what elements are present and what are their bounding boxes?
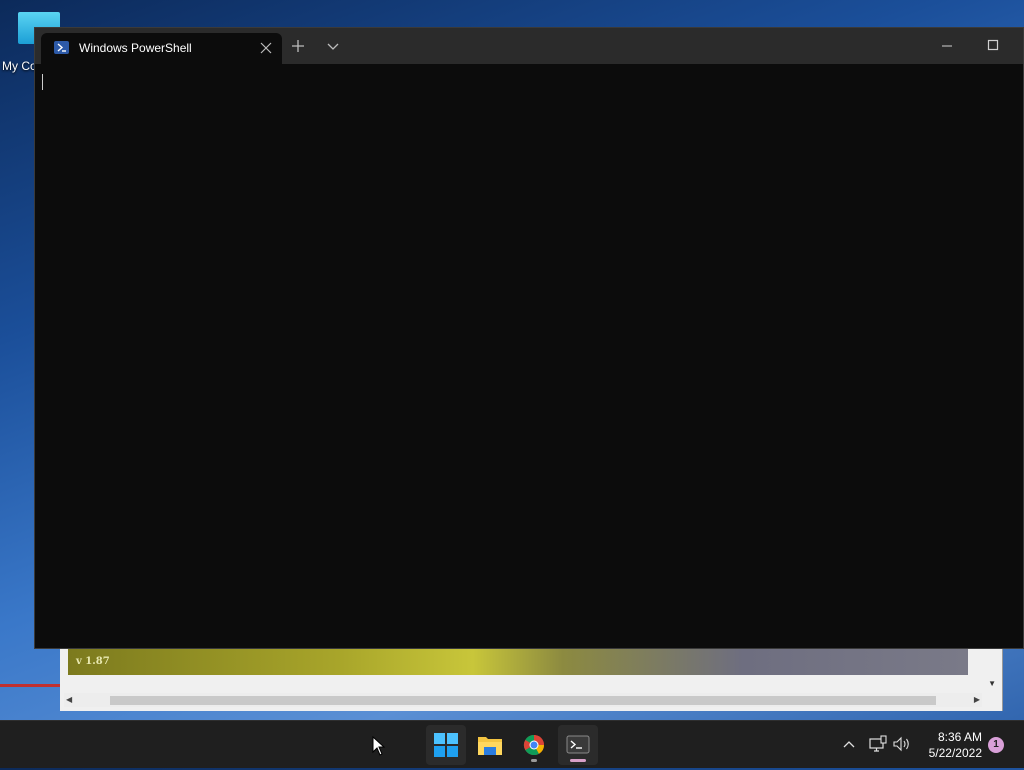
taskbar: 8:36 AM 5/22/2022 1 [0, 720, 1024, 768]
notification-badge[interactable]: 1 [988, 737, 1004, 753]
tab-dropdown-button[interactable] [324, 37, 342, 55]
network-button[interactable] [868, 735, 888, 753]
clock-date: 5/22/2022 [928, 746, 982, 760]
tab-title: Windows PowerShell [79, 41, 192, 55]
scroll-left-arrow-icon[interactable]: ◀ [66, 695, 72, 704]
terminal-content-area[interactable] [35, 64, 1023, 648]
scroll-right-arrow-icon[interactable]: ▶ [974, 695, 980, 704]
mouse-pointer-icon [372, 736, 386, 756]
show-hidden-icons-button[interactable] [840, 736, 858, 752]
volume-icon [893, 736, 909, 752]
plus-icon [292, 40, 304, 52]
new-tab-button[interactable] [289, 37, 307, 55]
windows-start-icon [434, 733, 458, 757]
terminal-titlebar[interactable]: Windows PowerShell [35, 28, 1023, 64]
clock-time: 8:36 AM [937, 730, 982, 744]
clock[interactable]: 8:36 AM 5/22/2022 [918, 729, 982, 761]
text-cursor [42, 74, 43, 90]
minimize-button[interactable] [935, 38, 959, 54]
maximize-icon [987, 39, 999, 51]
active-indicator [570, 759, 586, 762]
volume-button[interactable] [892, 735, 912, 753]
background-banner: v 1.87 [68, 649, 968, 675]
terminal-window[interactable]: Windows PowerShell [34, 27, 1024, 649]
network-icon [869, 735, 887, 752]
taskbar-chrome[interactable] [514, 725, 554, 765]
running-indicator [531, 759, 537, 762]
banner-version-text: v 1.87 [76, 656, 110, 667]
tab-windows-powershell[interactable]: Windows PowerShell [41, 33, 282, 64]
chevron-down-icon [327, 43, 339, 50]
chevron-up-icon [843, 741, 855, 748]
background-app-window[interactable]: v 1.87 ▼ ◀ ▶ [60, 645, 1003, 711]
taskbar-file-explorer[interactable] [470, 725, 510, 765]
start-button[interactable] [426, 725, 466, 765]
folder-icon [478, 737, 502, 755]
powershell-icon [54, 41, 69, 54]
scroll-down-arrow-icon[interactable]: ▼ [988, 679, 996, 688]
taskbar-terminal[interactable] [558, 725, 598, 765]
horizontal-scrollbar[interactable]: ◀ ▶ [64, 693, 982, 707]
maximize-button[interactable] [981, 36, 1005, 54]
close-icon[interactable] [259, 41, 273, 55]
scrollbar-thumb[interactable] [110, 696, 936, 705]
minimize-icon [942, 45, 952, 47]
